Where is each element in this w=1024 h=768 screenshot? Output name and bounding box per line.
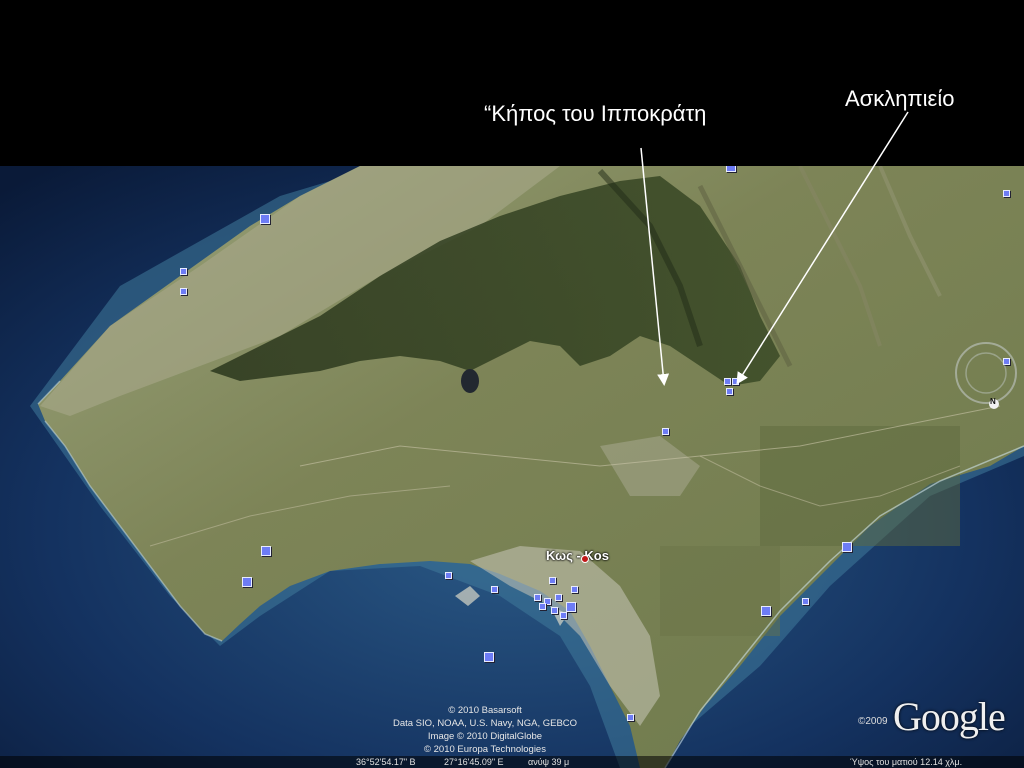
- placemark-icon[interactable]: [566, 602, 576, 612]
- imagery-credits: © 2010 Basarsoft Data SIO, NOAA, U.S. Na…: [360, 704, 610, 756]
- elevation-readout: ανύψ 39 μ: [528, 757, 570, 767]
- placemark-icon[interactable]: [491, 586, 498, 593]
- placemark-icon[interactable]: [662, 428, 669, 435]
- placemark-icon[interactable]: [539, 603, 546, 610]
- longitude-readout: 27°16'45.09" Ε: [444, 757, 504, 767]
- latitude-readout: 36°52'54.17" Β: [356, 757, 416, 767]
- placemark-icon[interactable]: [802, 598, 809, 605]
- placemark-icon[interactable]: [534, 594, 541, 601]
- placemark-icon[interactable]: [180, 268, 187, 275]
- lake: [461, 369, 479, 393]
- placemark-icon[interactable]: [484, 652, 494, 662]
- compass-icon[interactable]: [953, 340, 1019, 410]
- copyright-year: ©2009: [858, 716, 888, 727]
- city-label-kos[interactable]: Κως - Kos: [546, 548, 609, 563]
- placemark-icon[interactable]: [726, 388, 733, 395]
- placemark-icon[interactable]: [761, 606, 771, 616]
- placemark-icon[interactable]: [842, 542, 852, 552]
- google-logo: Google: [893, 694, 1006, 739]
- placemark-icon[interactable]: [560, 612, 567, 619]
- hippocrates-garden-label: “Κήπος του Ιπποκράτη: [484, 101, 707, 126]
- placemark-icon[interactable]: [555, 594, 562, 601]
- terrain-imagery: [0, 166, 1024, 768]
- placemark-icon[interactable]: [260, 214, 270, 224]
- credit-line: © 2010 Basarsoft: [448, 705, 522, 716]
- asklepieion-label: Ασκληπιείο: [845, 86, 955, 111]
- placemark-icon[interactable]: [732, 378, 739, 385]
- placemark-icon[interactable]: [1003, 190, 1010, 197]
- placemark-icon[interactable]: [571, 586, 578, 593]
- satellite-map[interactable]: Κως - Kos N: [0, 166, 1024, 768]
- header-band: [0, 0, 1024, 166]
- placemark-icon[interactable]: [551, 607, 558, 614]
- credit-line: Data SIO, NOAA, U.S. Navy, NGA, GEBCO: [392, 718, 578, 729]
- compass-north-label: N: [990, 397, 996, 406]
- eye-altitude-readout: Ύψος του ματιού 12.14 χλμ.: [850, 757, 963, 767]
- placemark-icon[interactable]: [627, 714, 634, 721]
- placemark-icon[interactable]: [180, 288, 187, 295]
- placemark-icon[interactable]: [445, 572, 452, 579]
- credit-line: Image © 2010 DigitalGlobe: [427, 731, 543, 742]
- placemark-icon[interactable]: [242, 577, 252, 587]
- credit-line: © 2010 Europa Technologies: [424, 744, 546, 755]
- city-marker[interactable]: [581, 555, 589, 563]
- placemark-icon[interactable]: [724, 378, 731, 385]
- placemark-icon[interactable]: [549, 577, 556, 584]
- placemark-icon[interactable]: [261, 546, 271, 556]
- placemark-icon[interactable]: [726, 166, 736, 172]
